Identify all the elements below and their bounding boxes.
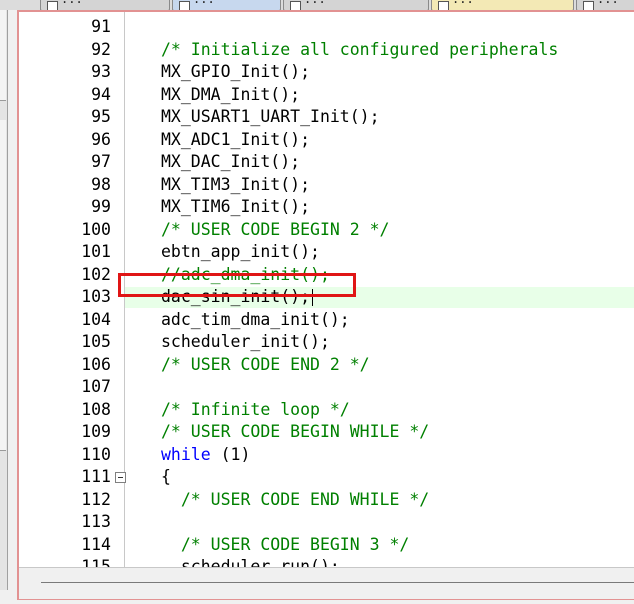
code-line[interactable]: 108 /* Infinite loop */ — [19, 399, 634, 422]
file-tab-label: ... — [452, 0, 474, 6]
file-tab-strip: ............... — [0, 0, 634, 10]
file-tab[interactable]: ... — [576, 0, 634, 10]
file-tab[interactable]: ... — [172, 0, 281, 10]
code-editor[interactable]: 91 92 /* Initialize all configured periphe… — [17, 10, 634, 600]
file-tab-label: ... — [193, 0, 215, 6]
code-line[interactable]: 101 ebtn_app_init(); — [19, 241, 634, 264]
line-number: 101 — [81, 242, 111, 261]
line-number: 96 — [91, 129, 111, 149]
line-number: 105 — [81, 332, 111, 351]
line-number: 104 — [81, 309, 111, 329]
code-text: /* USER CODE BEGIN 3 */ — [161, 534, 410, 554]
file-tab-icon — [290, 1, 301, 10]
file-tab-label: ... — [61, 0, 83, 6]
code-line[interactable]: 105 scheduler_init(); — [19, 331, 634, 354]
line-number: 93 — [91, 62, 111, 81]
file-tab[interactable]: ... — [431, 0, 574, 10]
code-text: scheduler_init(); — [161, 332, 330, 351]
line-number: 98 — [91, 174, 111, 194]
file-tab-icon — [438, 1, 449, 10]
code-line[interactable]: 93 MX_GPIO_Init(); — [19, 61, 634, 84]
line-number: 100 — [81, 219, 111, 239]
file-tab-icon — [47, 1, 58, 10]
line-number: 97 — [91, 152, 111, 171]
code-text: MX_USART1_UART_Init(); — [161, 107, 380, 126]
scrollbar-track[interactable] — [41, 582, 634, 583]
line-number: 110 — [81, 444, 111, 464]
code-text: /* USER CODE END WHILE */ — [161, 489, 430, 509]
code-line[interactable]: 94 MX_DMA_Init(); — [19, 84, 634, 107]
line-number: 109 — [81, 422, 111, 441]
line-number: 114 — [81, 534, 111, 554]
code-text: MX_GPIO_Init(); — [161, 62, 311, 81]
keyword-token: while — [161, 444, 211, 464]
code-text: MX_DMA_Init(); — [161, 84, 301, 104]
panel-segment — [0, 10, 6, 101]
code-line[interactable]: 98 MX_TIM3_Init(); — [19, 174, 634, 197]
file-tab-label: ... — [597, 0, 619, 6]
line-number: 108 — [81, 399, 111, 419]
line-number: 107 — [81, 377, 111, 396]
file-tab-icon — [583, 1, 594, 10]
line-number: 99 — [91, 197, 111, 216]
code-text: /* Initialize all configured peripherals — [161, 39, 559, 59]
line-number: 102 — [81, 264, 111, 284]
line-number: 106 — [81, 354, 111, 374]
code-text: ebtn_app_init(); — [161, 242, 320, 261]
code-line[interactable]: 106 /* USER CODE END 2 */ — [19, 354, 634, 377]
code-text: while (1) — [161, 444, 251, 464]
code-text: MX_TIM3_Init(); — [161, 174, 311, 194]
code-line[interactable]: 100 /* USER CODE BEGIN 2 */ — [19, 219, 634, 242]
line-number: 91 — [91, 17, 111, 36]
code-line[interactable]: 91 — [19, 16, 634, 39]
code-line[interactable]: 114 /* USER CODE BEGIN 3 */ — [19, 534, 634, 557]
line-number: 94 — [91, 84, 111, 104]
project-panel-edge — [0, 10, 8, 590]
code-line[interactable]: 109 /* USER CODE BEGIN WHILE */ — [19, 421, 634, 444]
file-tab-label: ... — [304, 0, 326, 6]
code-line[interactable]: 113 — [19, 511, 634, 534]
code-line[interactable]: 97 MX_DAC_Init(); — [19, 151, 634, 174]
code-line[interactable]: 112 /* USER CODE END WHILE */ — [19, 489, 634, 512]
code-line[interactable]: 110 while (1) — [19, 444, 634, 467]
code-line[interactable]: 111 { — [19, 466, 634, 489]
horizontal-scrollbar[interactable] — [19, 567, 634, 599]
code-text: /* USER CODE BEGIN 2 */ — [161, 219, 390, 239]
file-tab[interactable]: ... — [283, 0, 429, 10]
fold-minus-icon[interactable] — [115, 472, 126, 483]
code-text: MX_TIM6_Init(); — [161, 197, 311, 216]
panel-segment — [0, 120, 6, 451]
code-text: { — [161, 467, 171, 486]
code-line[interactable]: 99 MX_TIM6_Init(); — [19, 196, 634, 219]
code-line[interactable]: 104 adc_tim_dma_init(); — [19, 309, 634, 332]
line-number: 103 — [81, 287, 111, 306]
code-text: /* USER CODE BEGIN WHILE */ — [161, 422, 430, 441]
code-text: /* Infinite loop */ — [161, 399, 350, 419]
code-line[interactable]: 96 MX_ADC1_Init(); — [19, 129, 634, 152]
code-text: adc_tim_dma_init(); — [161, 309, 350, 329]
file-tab[interactable]: ... — [40, 0, 170, 10]
code-line[interactable]: 95 MX_USART1_UART_Init(); — [19, 106, 634, 129]
file-tab-icon — [179, 1, 190, 10]
code-text: MX_DAC_Init(); — [161, 152, 301, 171]
line-number: 95 — [91, 107, 111, 126]
line-number: 92 — [91, 39, 111, 59]
code-line[interactable]: 92 /* Initialize all configured periphera… — [19, 39, 634, 62]
code-text: MX_ADC1_Init(); — [161, 129, 311, 149]
line-number: 112 — [81, 489, 111, 509]
highlight-box-annotation — [118, 273, 356, 297]
line-number: 113 — [81, 512, 111, 531]
line-number: 111 — [81, 467, 111, 486]
code-line[interactable]: 107 — [19, 376, 634, 399]
code-text: /* USER CODE END 2 */ — [161, 354, 370, 374]
